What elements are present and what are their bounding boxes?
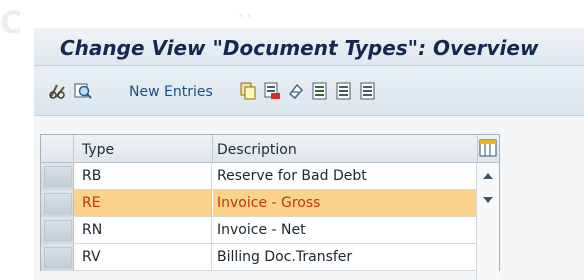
description-cell[interactable]: Reserve for Bad Debt [213,163,477,189]
background-title-dots: ·· [238,6,255,25]
row-selector[interactable] [41,190,74,216]
edit-display-icon[interactable] [49,82,67,100]
deselect-all-icon[interactable] [359,82,377,100]
copy-icon[interactable] [239,82,257,100]
column-header-type[interactable]: Type [82,142,114,158]
type-cell[interactable]: RN [74,217,212,243]
background-title-letter: C [0,6,22,34]
type-cell[interactable]: RE [74,190,212,216]
column-divider [212,135,213,163]
table-row[interactable]: RB Reserve for Bad Debt [41,163,499,190]
row-selector[interactable] [41,217,74,243]
select-block-icon[interactable] [335,82,353,100]
delete-icon[interactable] [263,82,281,100]
new-entries-button[interactable]: New Entries [129,84,213,100]
description-cell[interactable]: Billing Doc.Transfer [213,244,477,270]
table-row[interactable]: RN Invoice - Net [41,217,499,244]
application-toolbar: New Entries [34,66,584,116]
document-types-table: Type Description RB Reserve for Bad Debt… [40,134,500,271]
table-row[interactable]: RE Invoice - Gross [41,190,499,217]
column-divider [477,135,478,163]
description-cell[interactable]: Invoice - Net [213,217,477,243]
type-cell[interactable]: RV [74,244,212,270]
select-all-rows-cell[interactable] [41,135,74,163]
scroll-down-icon[interactable] [483,197,493,203]
table-header: Type Description [41,135,499,163]
row-selector[interactable] [41,163,74,189]
scroll-up-icon[interactable] [483,173,493,179]
description-cell[interactable]: Invoice - Gross [213,190,477,216]
select-all-icon[interactable] [311,82,329,100]
table-row[interactable]: RV Billing Doc.Transfer [41,244,499,271]
page-title: Change View "Document Types": Overview [60,36,539,60]
title-bar: Change View "Document Types": Overview [34,28,584,66]
table-settings-icon[interactable] [479,139,497,157]
column-header-description[interactable]: Description [217,142,297,158]
undo-change-icon[interactable] [287,82,305,100]
row-selector[interactable] [41,244,74,270]
details-icon[interactable] [74,82,92,100]
type-cell[interactable]: RB [74,163,212,189]
vertical-scrollbar[interactable] [476,163,499,280]
